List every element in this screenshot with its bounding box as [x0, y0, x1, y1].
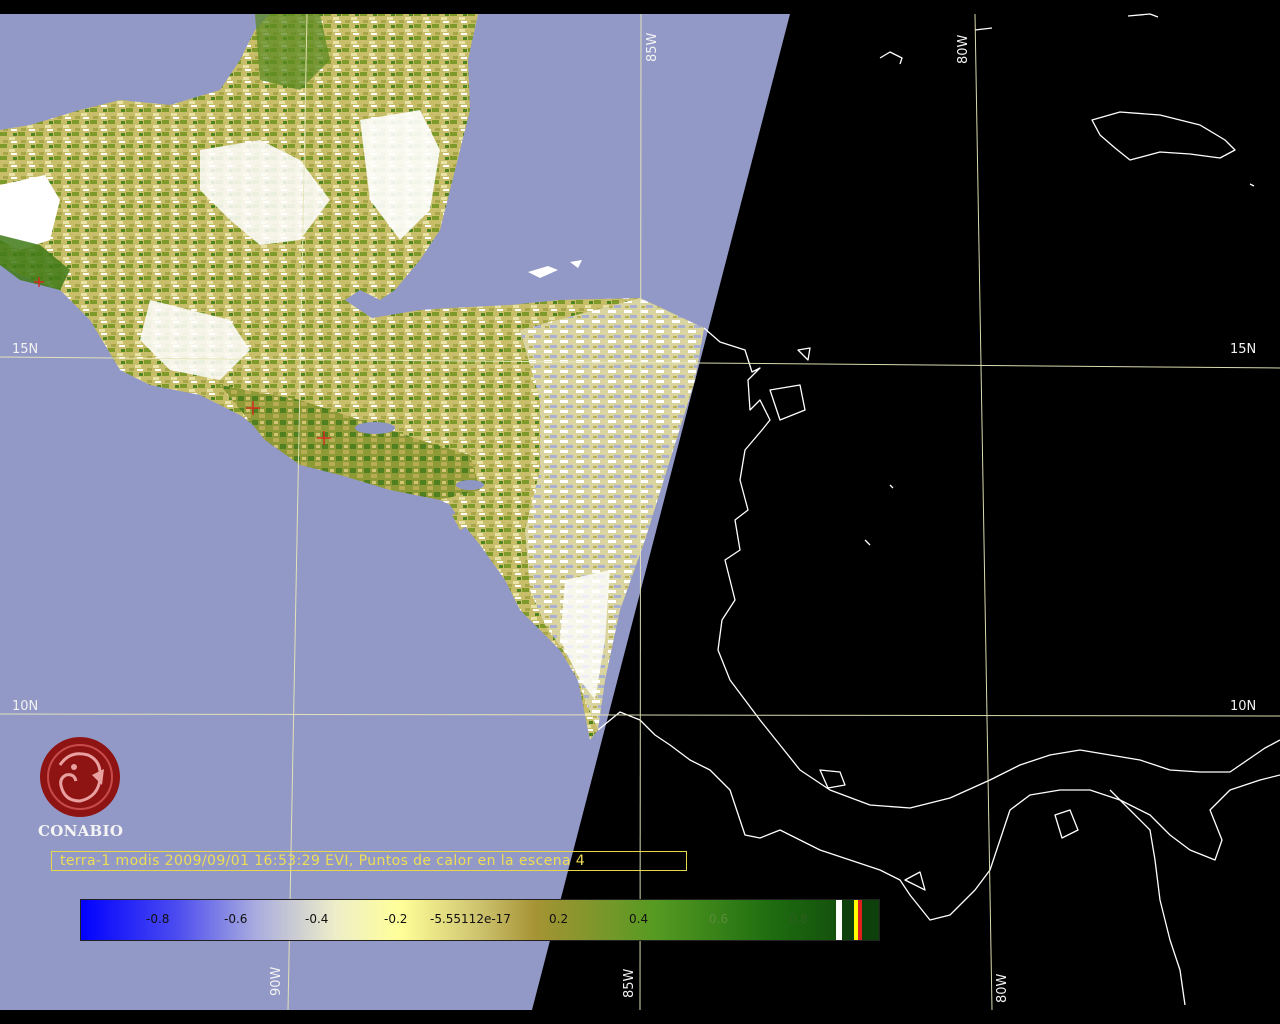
lon-label-90w-bottom: 90W — [269, 966, 284, 996]
colorbar-tick: -0.4 — [305, 912, 329, 926]
lat-label-10n-east: 10N — [1230, 699, 1257, 714]
colorbar-tick: -5.55112e-17 — [430, 912, 511, 926]
colorbar-tick: 0.6 — [709, 912, 729, 926]
lat-label-15n-east: 15N — [1230, 342, 1257, 357]
conabio-logo-text: CONABIO — [38, 822, 124, 840]
colorbar-tick: -0.8 — [146, 912, 170, 926]
caption-text: terra-1 modis 2009/09/01 16:53:29 EVI, P… — [60, 853, 586, 869]
lat-label-10n-west: 10N — [12, 699, 39, 714]
lon-label-85w-bottom: 85W — [622, 968, 637, 998]
lat-label-15n-west: 15N — [12, 342, 39, 357]
lon-label-80w-bottom: 80W — [995, 973, 1010, 1003]
colorbar-tick: 0.2 — [549, 912, 569, 926]
colorbar-tick: -0.6 — [224, 912, 248, 926]
lon-label-85w-top: 85W — [645, 32, 660, 62]
colorbar-tick: 0.8 — [789, 912, 809, 926]
colorbar-tick: -0.2 — [384, 912, 408, 926]
colorbar-tick: 0.4 — [629, 912, 649, 926]
lon-label-80w-top: 80W — [956, 34, 971, 64]
